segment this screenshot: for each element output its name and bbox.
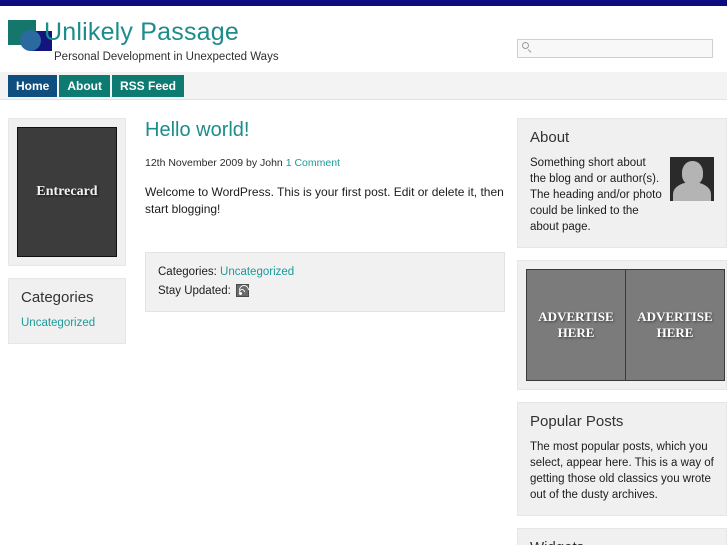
post-footer-categories: Categories: Uncategorized [158,263,492,282]
logo-circle-icon [20,30,41,51]
rss-feed-icon[interactable] [236,282,251,297]
nav-item-about[interactable]: About [59,75,110,97]
avatar [670,157,714,201]
post-body: Welcome to WordPress. This is your first… [145,185,504,216]
search-box[interactable] [517,38,713,58]
main-navigation: Home About RSS Feed [8,75,185,97]
post-footer-categories-label: Categories: [158,266,217,278]
popular-posts-widget: Popular Posts The most popular posts, wh… [517,402,727,516]
categories-list: Uncategorized [21,315,113,331]
post-footer-category-link[interactable]: Uncategorized [220,266,294,278]
post-footer: Categories: Uncategorized Stay Updated: [145,252,505,312]
nav-item-home[interactable]: Home [8,75,58,97]
left-sidebar: Entrecard Categories Uncategorized [8,118,126,356]
post-author: by John [246,157,283,169]
categories-widget-title: Categories [21,289,94,306]
ad-slot-2[interactable]: ADVERTISE HERE [625,269,725,381]
entrecard-badge[interactable]: Entrecard [17,127,117,257]
popular-posts-text: The most popular posts, which you select… [530,441,714,501]
post-title[interactable]: Hello world! [145,118,505,142]
search-input[interactable] [517,38,713,58]
site-header: Unlikely Passage Personal Development in… [0,6,727,72]
advertisement-widget: ADVERTISE HERE ADVERTISE HERE [517,260,727,390]
post-date: 12th November 2009 [145,157,244,169]
nav-item-rss-feed[interactable]: RSS Feed [112,75,185,97]
site-tagline: Personal Development in Unexpected Ways [54,51,279,63]
about-widget: About Something short about the blog and… [517,118,727,248]
widgets-title: Widgets [530,539,714,545]
category-link-uncategorized[interactable]: Uncategorized [21,317,95,329]
widgets-widget: Widgets [517,528,727,545]
post-footer-stay-updated-label: Stay Updated: [158,285,231,297]
about-widget-title: About [530,129,570,146]
entrecard-widget: Entrecard [8,118,126,266]
post-comments-link[interactable]: 1 Comment [286,157,340,169]
post-footer-stay-updated: Stay Updated: [158,282,492,301]
popular-posts-title: Popular Posts [530,413,624,430]
about-widget-text: Something short about the blog and or au… [530,157,662,233]
page-root: Unlikely Passage Personal Development in… [0,0,727,545]
post-meta: 12th November 2009 by John 1 Comment [145,156,505,170]
main-content: Hello world! 12th November 2009 by John … [145,118,505,312]
right-sidebar: About Something short about the blog and… [517,118,727,545]
ad-slot-1[interactable]: ADVERTISE HERE [526,269,626,381]
site-title[interactable]: Unlikely Passage [44,18,239,46]
categories-widget: Categories Uncategorized [8,278,126,344]
